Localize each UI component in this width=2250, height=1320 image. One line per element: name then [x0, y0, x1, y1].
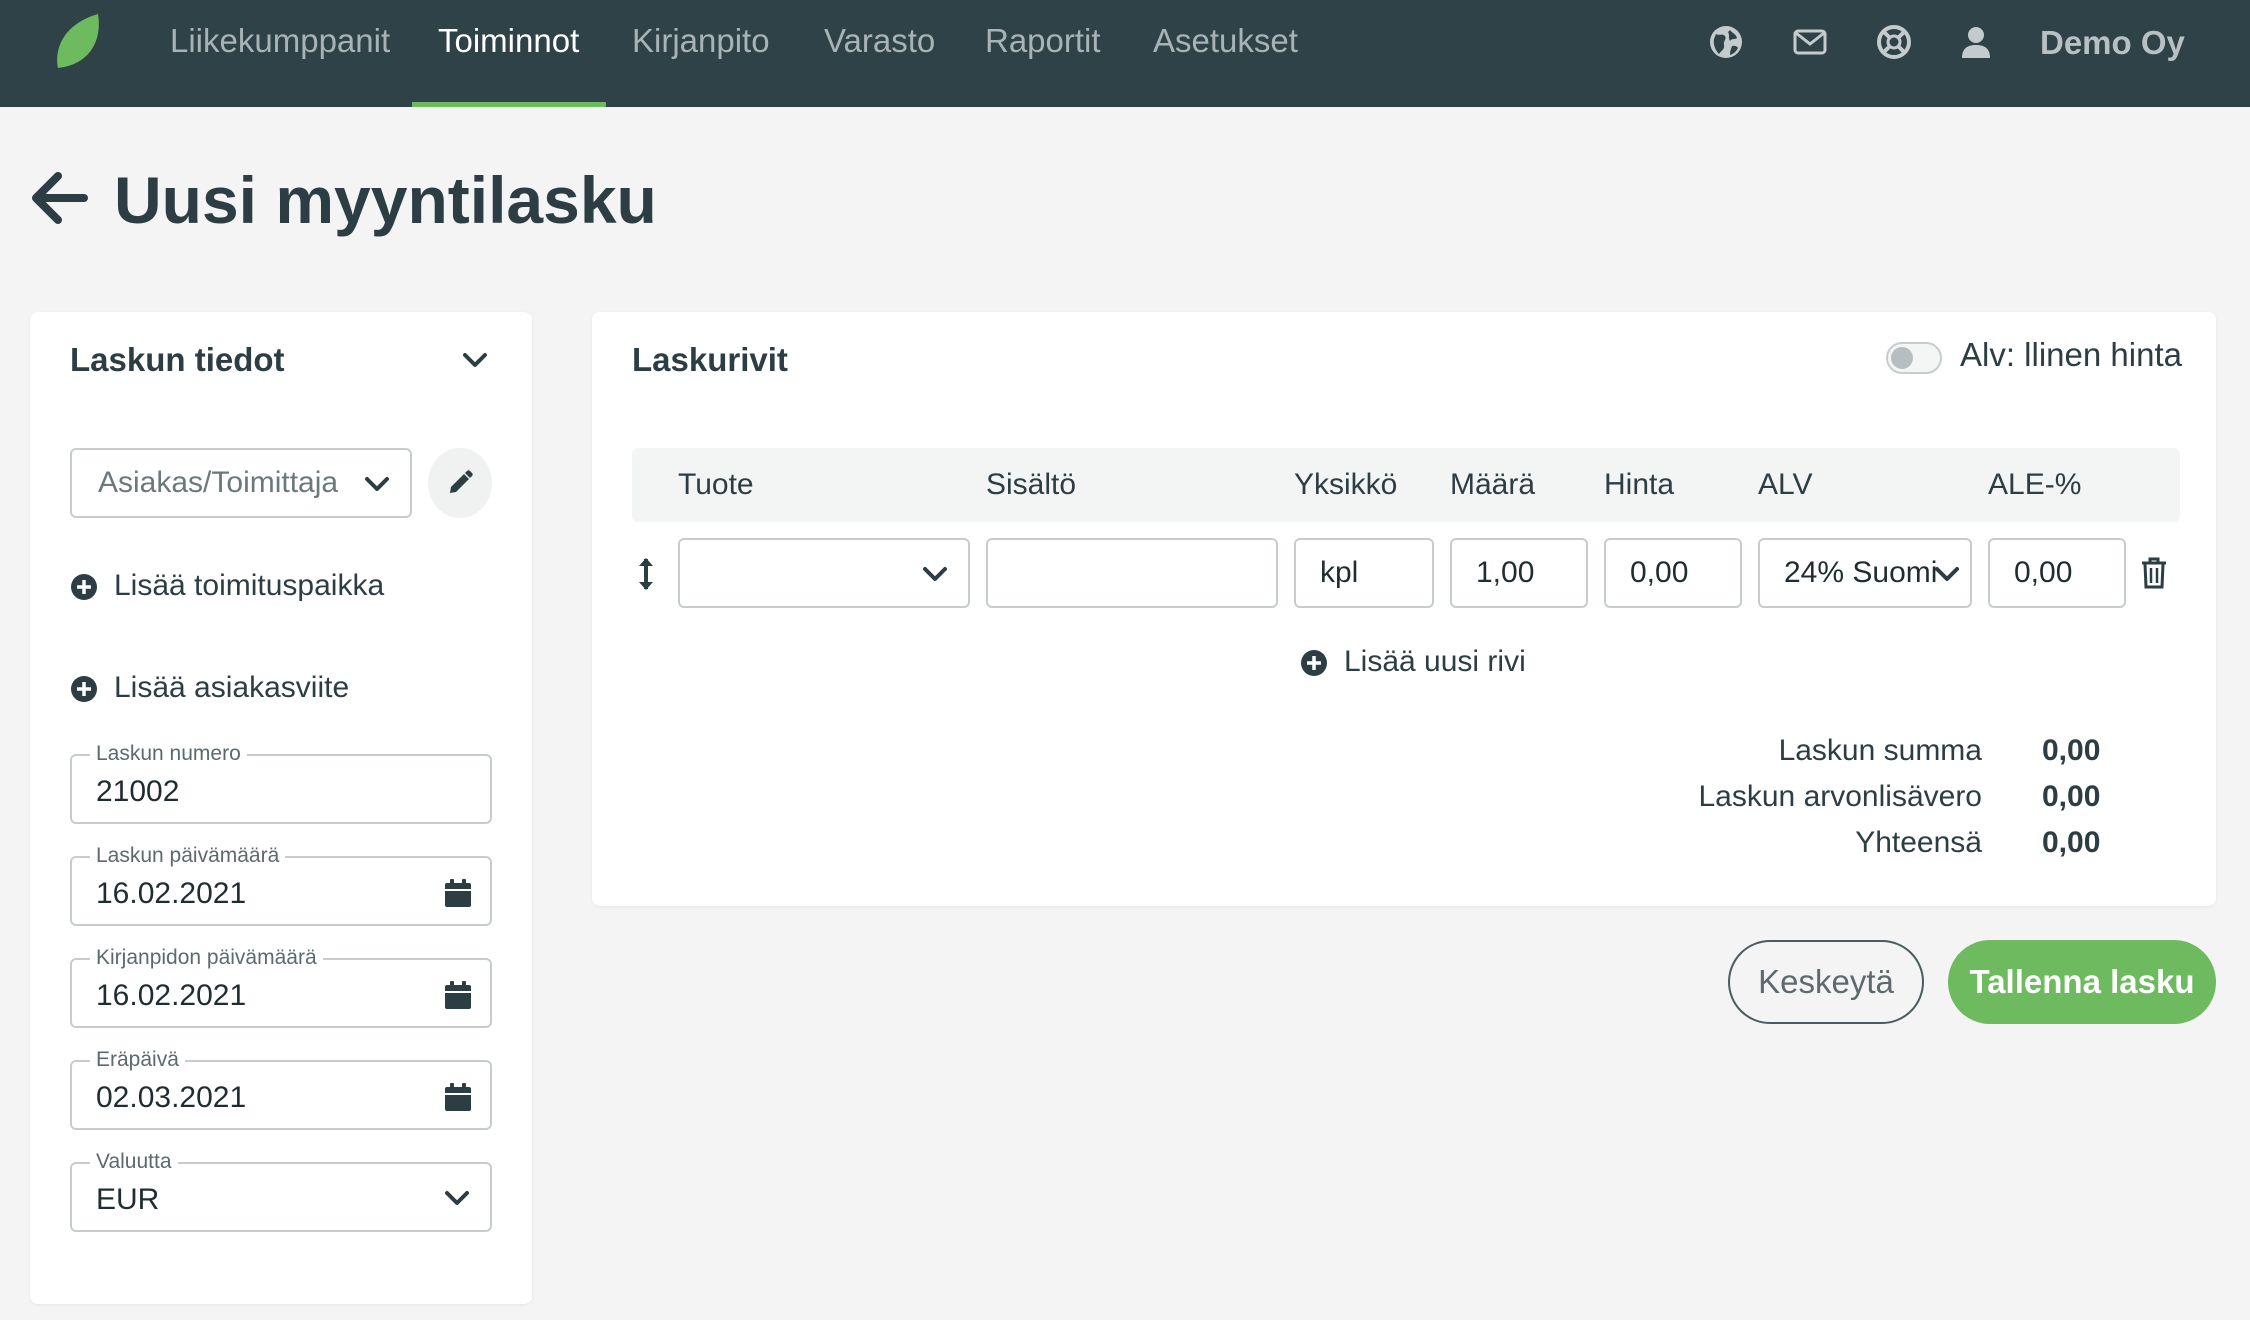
globe-icon[interactable] — [1708, 24, 1744, 60]
invoice-rows-header: Tuote Sisältö Yksikkö Määrä Hinta ALV AL… — [632, 448, 2180, 522]
column-header-vat: ALV — [1758, 468, 1813, 501]
nav-item-liikekumppanit[interactable]: Liikekumppanit — [170, 18, 390, 64]
top-navigation: Liikekumppanit Toiminnot Kirjanpito Vara… — [0, 0, 2250, 107]
mail-icon[interactable] — [1792, 24, 1828, 60]
invoice-rows-panel: Laskurivit Alv: llinen hinta Tuote Sisäl… — [592, 312, 2216, 906]
add-customer-reference-label: Lisää asiakasviite — [114, 671, 350, 704]
customer-select-placeholder: Asiakas/Toimittaja — [98, 466, 339, 499]
vat-inclusive-label: Alv: llinen hinta — [1960, 336, 2182, 373]
invoice-date-value: 16.02.2021 — [96, 877, 247, 910]
accounting-date-field[interactable]: Kirjanpidon päivämäärä 16.02.2021 — [70, 946, 492, 1028]
invoice-info-panel: Laskun tiedot Asiakas/Toimittaja Lisää t… — [30, 312, 532, 1304]
invoice-number-field[interactable]: Laskun numero 21002 — [70, 742, 492, 824]
company-name[interactable]: Demo Oy — [2040, 20, 2185, 66]
invoice-info-title: Laskun tiedot — [70, 341, 285, 378]
currency-select[interactable]: Valuutta EUR — [70, 1150, 492, 1232]
invoice-total-label: Yhteensä — [1855, 826, 1982, 859]
invoice-rows-title: Laskurivit — [632, 341, 788, 378]
calendar-icon[interactable] — [444, 1082, 472, 1112]
nav-item-toiminnot[interactable]: Toiminnot — [438, 18, 579, 64]
collapse-chevron-icon[interactable] — [462, 352, 488, 370]
invoice-vat-value: 0,00 — [2042, 780, 2101, 813]
invoice-date-field[interactable]: Laskun päivämäärä 16.02.2021 — [70, 844, 492, 926]
due-date-field[interactable]: Eräpäivä 02.03.2021 — [70, 1048, 492, 1130]
lifebuoy-icon[interactable] — [1876, 24, 1912, 60]
drag-handle-icon[interactable] — [636, 556, 656, 592]
invoice-sum-value: 0,00 — [2042, 734, 2101, 767]
invoice-sum-label: Laskun summa — [1778, 734, 1982, 767]
leaf-logo-icon[interactable] — [52, 12, 104, 70]
invoice-vat-label: Laskun arvonlisävero — [1698, 780, 1983, 813]
price-input-value: 0,00 — [1630, 556, 1689, 589]
discount-input[interactable]: 0,00 — [1988, 538, 2126, 608]
column-header-quantity: Määrä — [1450, 468, 1536, 501]
calendar-icon[interactable] — [444, 878, 472, 908]
page-title: Uusi myyntilasku — [114, 163, 657, 237]
invoice-date-label: Laskun päivämäärä — [90, 844, 286, 868]
calendar-icon[interactable] — [444, 980, 472, 1010]
chevron-down-icon — [365, 477, 389, 491]
unit-input-value: kpl — [1320, 556, 1359, 589]
chevron-down-icon — [923, 567, 947, 581]
edit-customer-button[interactable] — [428, 448, 492, 518]
nav-item-kirjanpito[interactable]: Kirjanpito — [632, 18, 770, 64]
chevron-down-icon — [1935, 567, 1959, 581]
product-select[interactable] — [678, 538, 970, 608]
active-tab-indicator — [412, 102, 606, 107]
save-invoice-button[interactable]: Tallenna lasku — [1948, 940, 2216, 1024]
currency-value: EUR — [96, 1183, 160, 1216]
column-header-content: Sisältö — [986, 468, 1077, 501]
add-delivery-location-label: Lisää toimituspaikka — [114, 569, 385, 602]
quantity-input-value: 1,00 — [1476, 556, 1535, 589]
currency-label: Valuutta — [90, 1150, 178, 1174]
plus-circle-icon — [71, 574, 97, 600]
trash-icon[interactable] — [2140, 556, 2168, 590]
column-header-unit: Yksikkö — [1294, 468, 1398, 501]
accounting-date-label: Kirjanpidon päivämäärä — [90, 946, 323, 970]
invoice-number-value: 21002 — [96, 775, 180, 808]
accounting-date-value: 16.02.2021 — [96, 979, 247, 1012]
customer-select[interactable]: Asiakas/Toimittaja — [70, 448, 412, 518]
column-header-discount: ALE-% — [1988, 468, 2082, 501]
nav-item-varasto[interactable]: Varasto — [824, 18, 935, 64]
back-arrow-icon[interactable] — [28, 168, 88, 228]
plus-circle-icon — [71, 676, 97, 702]
unit-input[interactable]: kpl — [1294, 538, 1434, 608]
column-header-price: Hinta — [1604, 468, 1675, 501]
user-icon[interactable] — [1958, 24, 1994, 60]
price-input[interactable]: 0,00 — [1604, 538, 1742, 608]
due-date-value: 02.03.2021 — [96, 1081, 247, 1114]
cancel-button[interactable]: Keskeytä — [1728, 940, 1924, 1024]
invoice-number-label: Laskun numero — [90, 742, 247, 766]
vat-select-value: 24% Suomi — [1784, 556, 1938, 589]
column-header-product: Tuote — [678, 468, 754, 501]
quantity-input[interactable]: 1,00 — [1450, 538, 1588, 608]
nav-item-raportit[interactable]: Raportit — [985, 18, 1101, 64]
pencil-icon — [450, 470, 473, 493]
nav-item-asetukset[interactable]: Asetukset — [1153, 18, 1298, 64]
invoice-total-value: 0,00 — [2042, 826, 2101, 859]
plus-circle-icon — [1301, 650, 1327, 676]
content-input[interactable] — [986, 538, 1278, 608]
due-date-label: Eräpäivä — [90, 1048, 185, 1072]
vat-select[interactable]: 24% Suomi — [1758, 538, 1972, 608]
discount-input-value: 0,00 — [2014, 556, 2073, 589]
vat-inclusive-toggle[interactable] — [1886, 342, 1942, 374]
add-row-label: Lisää uusi rivi — [1344, 645, 1526, 678]
toggle-knob — [1891, 347, 1913, 369]
chevron-down-icon — [445, 1191, 469, 1205]
